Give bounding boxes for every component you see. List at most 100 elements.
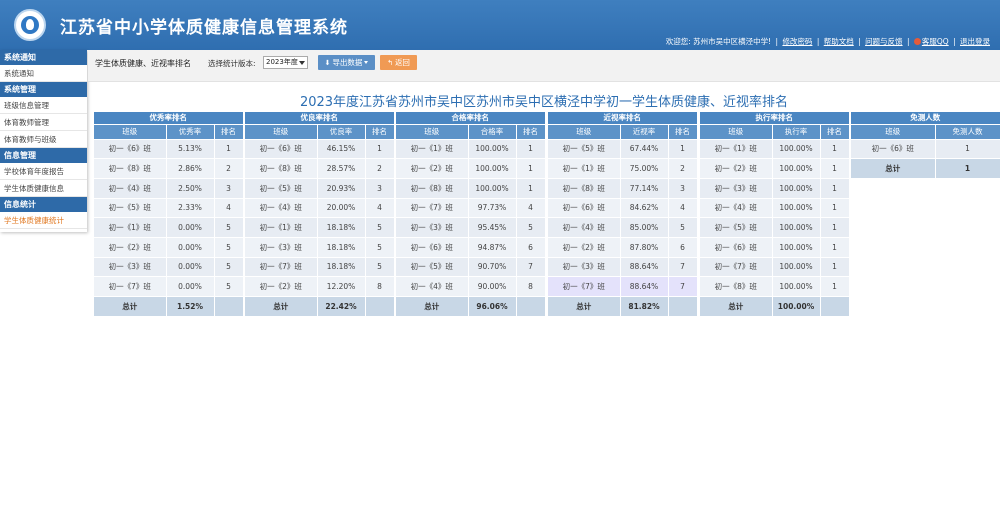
- execution-rate-table: 执行率排名 班级 执行率 排名 初一《1》班 100.00% 1 初一《2》班 100.00% 1…: [700, 112, 850, 317]
- toolbar: 学生体质健康、近视率排名 选择统计版本: 2023年度 ⬇ 导出数据 ↰ 返回: [88, 50, 1000, 82]
- back-label: 返回: [394, 58, 410, 67]
- table-row: 初一《6》班 1: [851, 139, 1000, 160]
- sidebar-item-notice[interactable]: 系统通知: [0, 65, 87, 82]
- sidebar-item-pe-teachers[interactable]: 体育教师管理: [0, 114, 87, 131]
- total-cell: 22.42%: [317, 296, 366, 317]
- table-row: 初一《8》班 28.57% 2: [245, 158, 395, 179]
- sidebar-item-health-stats[interactable]: 学生体质健康统计: [0, 212, 87, 229]
- table-cell: 初一《6》班: [396, 237, 469, 258]
- table-cell: 100.00%: [468, 178, 517, 199]
- table-cell: 46.15%: [317, 139, 366, 160]
- table-row: 初一《2》班 100.00% 1: [396, 158, 546, 179]
- table-row: 初一《3》班 88.64% 7: [548, 257, 698, 278]
- table-cell: 5: [365, 257, 395, 278]
- table-cell: 初一《5》班: [245, 178, 318, 199]
- table-row: 初一《8》班 77.14% 3: [548, 178, 698, 199]
- sidebar-item-annual-report[interactable]: 学校体育年度报告: [0, 163, 87, 180]
- table-row: 初一《1》班 75.00% 2: [548, 158, 698, 179]
- chevron-down-icon: [299, 61, 305, 65]
- table-cell: 2: [214, 158, 244, 179]
- table-cell: 1: [820, 139, 850, 160]
- table-cell: 85.00%: [620, 217, 669, 238]
- sidebar-group-info[interactable]: 信息管理: [0, 148, 87, 163]
- table-cell: 1: [516, 158, 546, 179]
- column-header: 执行率: [772, 124, 821, 140]
- column-header: 排名: [365, 124, 395, 140]
- table-row: 初一《3》班 0.00% 5: [94, 257, 244, 278]
- table-cell: 88.64%: [620, 257, 669, 278]
- total-cell: 总计: [548, 296, 621, 317]
- total-cell: 100.00%: [772, 296, 821, 317]
- table-row: 初一《8》班 100.00% 1: [700, 276, 850, 297]
- table-row: 初一《4》班 100.00% 1: [700, 198, 850, 219]
- qq-link[interactable]: 客服QQ: [922, 37, 949, 46]
- sidebar-item-student-health[interactable]: 学生体质健康信息: [0, 180, 87, 197]
- table-cell: 初一《5》班: [700, 217, 773, 238]
- table-row: 初一《2》班 100.00% 1: [700, 158, 850, 179]
- table-cell: 75.00%: [620, 158, 669, 179]
- table-cell: 3: [365, 178, 395, 199]
- column-header: 班级: [700, 124, 773, 140]
- table-cell: 初一《6》班: [245, 139, 318, 160]
- table-cell: 初一《1》班: [94, 217, 167, 238]
- table-caption: 优秀率排名: [94, 112, 244, 125]
- table-cell: 5: [214, 237, 244, 258]
- total-cell: [365, 296, 395, 317]
- table-cell: 3: [214, 178, 244, 199]
- table-row: 初一《1》班 100.00% 1: [396, 139, 546, 160]
- myopia-rate-table: 近视率排名 班级 近视率 排名 初一《5》班 67.44% 1 初一《1》班 75.00% 2 初一…: [548, 112, 698, 317]
- column-header: 班级: [548, 124, 621, 140]
- table-cell: 20.93%: [317, 178, 366, 199]
- table-cell: 0.00%: [166, 217, 215, 238]
- sidebar-item-teacher-class[interactable]: 体育教师与班级: [0, 131, 87, 148]
- table-row: 初一《6》班 46.15% 1: [245, 139, 395, 160]
- sidebar-item-class-info[interactable]: 班级信息管理: [0, 97, 87, 114]
- table-cell: 初一《2》班: [548, 237, 621, 258]
- change-password-link[interactable]: 修改密码: [782, 37, 812, 46]
- help-doc-link[interactable]: 帮助文档: [824, 37, 854, 46]
- total-row: 总计 100.00%: [700, 296, 850, 317]
- table-row: 初一《2》班 12.20% 8: [245, 276, 395, 297]
- table-cell: 初一《6》班: [94, 139, 167, 160]
- table-row: 初一《4》班 2.50% 3: [94, 178, 244, 199]
- table-cell: 87.80%: [620, 237, 669, 258]
- table-cell: 8: [516, 276, 546, 297]
- table-row: 初一《3》班 18.18% 5: [245, 237, 395, 258]
- table-row: 初一《1》班 18.18% 5: [245, 217, 395, 238]
- sidebar-group-system[interactable]: 系统管理: [0, 82, 87, 97]
- back-button[interactable]: ↰ 返回: [380, 55, 417, 70]
- table-row: 初一《2》班 0.00% 5: [94, 237, 244, 258]
- total-row: 总计 1: [851, 158, 1000, 179]
- table-cell: 7: [668, 276, 698, 297]
- sidebar-group-notice[interactable]: 系统通知: [0, 50, 87, 65]
- version-label: 选择统计版本:: [208, 59, 256, 68]
- logout-link[interactable]: 退出登录: [960, 37, 990, 46]
- export-label: 导出数据: [332, 58, 363, 67]
- app-header: 江苏省中小学体质健康信息管理系统 欢迎您: 苏州市吴中区横泾中学! | 修改密码…: [0, 0, 1000, 50]
- table-row: 初一《6》班 84.62% 4: [548, 198, 698, 219]
- total-cell: 1.52%: [166, 296, 215, 317]
- table-cell: 初一《3》班: [700, 178, 773, 199]
- table-cell: 97.73%: [468, 198, 517, 219]
- excellent-rate-table: 优秀率排名 班级 优秀率 排名 初一《6》班 5.13% 1 初一《8》班 2.86% 2 初一《4…: [94, 112, 244, 317]
- table-cell: 8: [365, 276, 395, 297]
- table-cell: 3: [668, 178, 698, 199]
- table-cell: 100.00%: [772, 257, 821, 278]
- table-row: 初一《2》班 87.80% 6: [548, 237, 698, 258]
- table-cell: 初一《8》班: [396, 178, 469, 199]
- table-caption: 近视率排名: [548, 112, 698, 125]
- feedback-link[interactable]: 问题与反馈: [865, 37, 903, 46]
- table-cell: 初一《1》班: [548, 158, 621, 179]
- table-cell: 1: [365, 139, 395, 160]
- column-header: 优秀率: [166, 124, 215, 140]
- total-row: 总计 96.06%: [396, 296, 546, 317]
- pass-rate-table: 合格率排名 班级 合格率 排名 初一《1》班 100.00% 1 初一《2》班 100.00% 1…: [396, 112, 546, 317]
- export-button[interactable]: ⬇ 导出数据: [318, 55, 375, 70]
- table-cell: 1: [935, 139, 1000, 160]
- table-cell: 初一《4》班: [700, 198, 773, 219]
- total-cell: [516, 296, 546, 317]
- table-cell: 初一《1》班: [700, 139, 773, 160]
- version-select[interactable]: 2023年度: [263, 56, 308, 69]
- sidebar-group-stats[interactable]: 信息统计: [0, 197, 87, 212]
- table-cell: 初一《2》班: [94, 237, 167, 258]
